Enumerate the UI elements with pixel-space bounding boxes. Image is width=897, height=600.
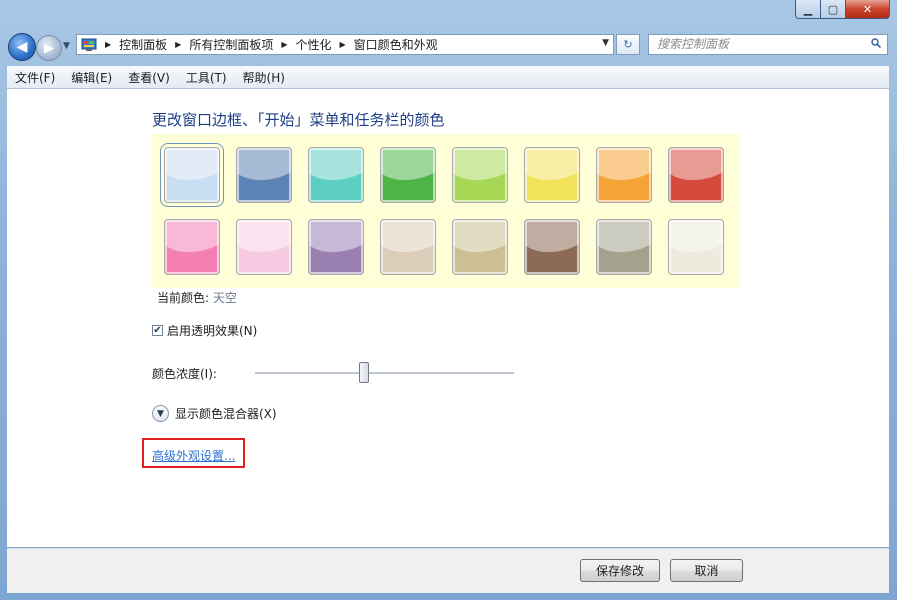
menu-tools[interactable]: 工具(T) <box>178 69 235 86</box>
back-button[interactable]: ◀ <box>8 33 36 61</box>
refresh-button[interactable]: ↻ <box>616 34 640 55</box>
breadcrumb-separator-icon[interactable]: ▶ <box>281 40 287 49</box>
arrow-right-icon: ▶ <box>44 40 54 56</box>
breadcrumb-separator-icon[interactable]: ▶ <box>340 40 346 49</box>
breadcrumb-item[interactable]: 个性化 <box>296 36 332 53</box>
cancel-button[interactable]: 取消 <box>670 559 743 582</box>
refresh-icon: ↻ <box>623 38 633 51</box>
color-swatch[interactable] <box>164 219 220 275</box>
menu-file[interactable]: 文件(F) <box>7 69 63 86</box>
transparency-checkbox[interactable]: ✔ <box>152 325 163 336</box>
search-icon[interactable] <box>871 38 881 48</box>
search-placeholder: 搜索控制面板 <box>657 37 730 51</box>
checkmark-icon: ✔ <box>153 324 162 336</box>
intensity-slider-track[interactable] <box>255 372 514 375</box>
color-swatch[interactable] <box>524 147 580 203</box>
advanced-appearance-link[interactable]: 高级外观设置... <box>152 447 235 464</box>
window-controls: ▁ ▢ ✕ <box>795 0 890 19</box>
intensity-slider-thumb[interactable] <box>358 362 369 383</box>
menu-view[interactable]: 查看(V) <box>120 69 178 86</box>
history-dropdown-icon[interactable]: ▼ <box>63 41 70 51</box>
arrow-left-icon: ◀ <box>16 39 28 55</box>
color-swatch[interactable] <box>524 219 580 275</box>
color-swatch[interactable] <box>668 219 724 275</box>
close-button[interactable]: ✕ <box>846 0 890 19</box>
transparency-label[interactable]: 启用透明效果(N) <box>167 322 257 339</box>
color-swatch[interactable] <box>452 219 508 275</box>
control-panel-icon <box>81 38 97 51</box>
color-swatch[interactable] <box>236 219 292 275</box>
current-color-value: 天空 <box>212 291 237 305</box>
minimize-button[interactable]: ▁ <box>795 0 821 19</box>
current-color: 当前颜色: 天空 <box>157 289 237 306</box>
color-swatch[interactable] <box>236 147 292 203</box>
footer-bar: 保存修改 取消 <box>7 548 889 593</box>
save-changes-button[interactable]: 保存修改 <box>580 559 660 582</box>
color-swatch[interactable] <box>380 219 436 275</box>
menu-edit[interactable]: 编辑(E) <box>63 69 120 86</box>
color-palette <box>152 134 740 288</box>
color-swatch[interactable] <box>380 147 436 203</box>
color-swatch[interactable] <box>452 147 508 203</box>
color-swatch[interactable] <box>308 147 364 203</box>
title-bar: ▁ ▢ ✕ <box>0 0 897 30</box>
search-input[interactable]: 搜索控制面板 <box>648 34 888 55</box>
address-bar[interactable]: ▶ 控制面板 ▶ 所有控制面板项 ▶ 个性化 ▶ 窗口颜色和外观 ▼ <box>76 34 614 55</box>
breadcrumb-item[interactable]: 控制面板 <box>119 36 167 53</box>
breadcrumb-separator-icon[interactable]: ▶ <box>105 40 111 49</box>
color-mixer-toggle[interactable]: ▼ 显示颜色混合器(X) <box>152 405 277 422</box>
breadcrumb-separator-icon[interactable]: ▶ <box>175 40 181 49</box>
color-swatch[interactable] <box>596 147 652 203</box>
color-swatch[interactable] <box>308 219 364 275</box>
menu-bar: 文件(F) 编辑(E) 查看(V) 工具(T) 帮助(H) <box>7 66 889 89</box>
chevron-down-icon[interactable]: ▼ <box>152 405 169 422</box>
color-swatch[interactable] <box>160 143 224 207</box>
navigation-bar: ◀ ▶ ▼ ▶ 控制面板 ▶ 所有控制面板项 ▶ 个性化 ▶ 窗口颜色和外观 ▼… <box>0 30 897 62</box>
intensity-label: 颜色浓度(I): <box>152 367 217 381</box>
breadcrumb-item[interactable]: 所有控制面板项 <box>189 36 273 53</box>
forward-button[interactable]: ▶ <box>36 35 62 61</box>
breadcrumb-item[interactable]: 窗口颜色和外观 <box>354 36 438 53</box>
color-swatch[interactable] <box>596 219 652 275</box>
page-title: 更改窗口边框、「开始」菜单和任务栏的颜色 <box>152 111 445 129</box>
menu-help[interactable]: 帮助(H) <box>235 69 293 86</box>
current-color-label: 当前颜色: <box>157 291 210 305</box>
color-swatch[interactable] <box>668 147 724 203</box>
color-mixer-label[interactable]: 显示颜色混合器(X) <box>175 405 277 422</box>
maximize-button[interactable]: ▢ <box>821 0 846 19</box>
address-dropdown-icon[interactable]: ▼ <box>602 38 609 48</box>
main-content: 更改窗口边框、「开始」菜单和任务栏的颜色 当前颜色: 天空 ✔ 启用透明效果(N… <box>7 89 889 547</box>
transparency-option[interactable]: ✔ 启用透明效果(N) <box>152 322 257 339</box>
